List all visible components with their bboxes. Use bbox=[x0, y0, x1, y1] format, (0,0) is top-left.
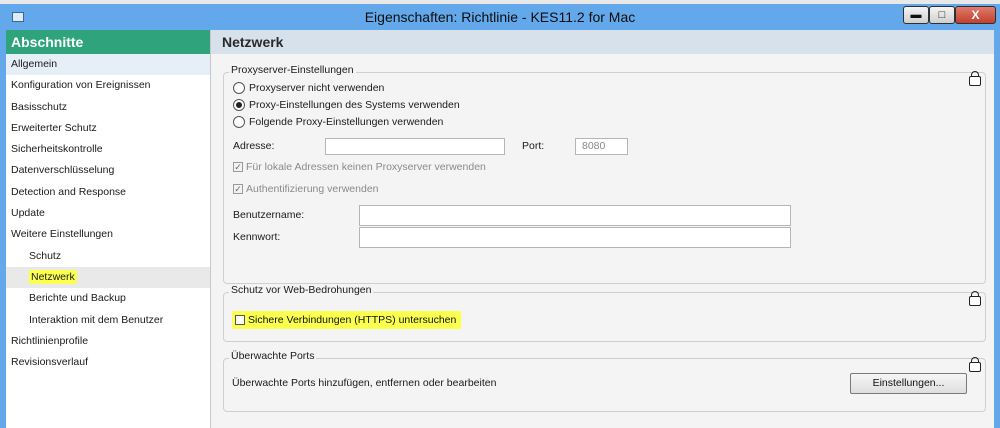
sidebar-item-erweiterter-schutz[interactable]: Erweiterter Schutz bbox=[6, 118, 210, 139]
https-scan-checkbox-row[interactable]: Sichere Verbindungen (HTTPS) untersuchen bbox=[232, 311, 462, 329]
checkbox-label: Authentifizierung verwenden bbox=[246, 183, 379, 195]
sidebar-item-label: Allgemein bbox=[11, 58, 58, 70]
checkbox-checked[interactable]: ✓ bbox=[233, 162, 243, 172]
sidebar-item-allgemein[interactable]: Allgemein bbox=[6, 54, 210, 76]
sidebar-item-label: Erweiterter Schutz bbox=[11, 121, 97, 134]
sidebar-item-label: Netzwerk bbox=[29, 269, 77, 284]
web-threats-title: Schutz vor Web-Bedrohungen bbox=[229, 284, 374, 296]
sidebar-item-label: Detection and Response bbox=[11, 185, 126, 198]
sidebar-item-sicherheitskontrolle[interactable]: Sicherheitskontrolle bbox=[6, 139, 210, 160]
window-client-area: Abschnitte Allgemein Konfiguration von E… bbox=[6, 30, 994, 428]
sidebar-item-label: Update bbox=[11, 207, 45, 220]
port-label: Port: bbox=[522, 140, 545, 152]
sidebar-item-datenverschluesselung[interactable]: Datenverschlüsselung bbox=[6, 160, 210, 181]
minimize-button[interactable]: ▬ bbox=[903, 6, 929, 24]
proxy-settings-group: Proxyserver-Einstellungen Proxyserver ni… bbox=[223, 64, 986, 284]
main-panel: Netzwerk Proxyserver-Einstellungen Proxy… bbox=[211, 30, 994, 428]
sidebar-item-label: Interaktion mit dem Benutzer bbox=[29, 313, 164, 326]
sidebar-item-label: Datenverschlüsselung bbox=[11, 164, 115, 177]
sidebar-item-detection-and-response[interactable]: Detection and Response bbox=[6, 182, 210, 203]
checkbox-checked[interactable]: ✓ bbox=[233, 184, 243, 194]
checkbox-label: Für lokale Adressen keinen Proxyserver v… bbox=[246, 161, 486, 173]
checkbox-label: Sichere Verbindungen (HTTPS) untersuchen bbox=[248, 314, 457, 326]
sidebar-item-label: Weitere Einstellungen bbox=[11, 228, 113, 241]
sidebar-item-richtlinienprofile[interactable]: Richtlinienprofile bbox=[6, 331, 210, 352]
title-bar[interactable]: Eigenschaften: Richtlinie - KES11.2 for … bbox=[0, 4, 1000, 30]
sidebar-item-weitere-einstellungen[interactable]: Weitere Einstellungen bbox=[6, 224, 210, 245]
sidebar-item-label: Richtlinienprofile bbox=[11, 334, 89, 347]
radio-button-selected[interactable] bbox=[233, 99, 245, 111]
sidebar-item-label: Konfiguration von Ereignissen bbox=[11, 79, 151, 92]
radio-label: Proxy-Einstellungen des Systems verwende… bbox=[249, 99, 460, 111]
radio-custom-proxy[interactable]: Folgende Proxy-Einstellungen verwenden bbox=[233, 116, 443, 128]
sidebar-header: Abschnitte bbox=[6, 30, 210, 54]
sidebar-item-label: Schutz bbox=[29, 249, 62, 262]
radio-system-proxy[interactable]: Proxy-Einstellungen des Systems verwende… bbox=[233, 99, 460, 111]
sidebar-item-label: Revisionsverlauf bbox=[11, 356, 89, 369]
sidebar-item-konfiguration-von-ereignissen[interactable]: Konfiguration von Ereignissen bbox=[6, 75, 210, 96]
sidebar-item-update[interactable]: Update bbox=[6, 203, 210, 224]
checkbox-unchecked[interactable] bbox=[235, 315, 245, 325]
radio-button[interactable] bbox=[233, 82, 245, 94]
page-title: Netzwerk bbox=[211, 30, 994, 54]
sidebar-item-label: Berichte und Backup bbox=[29, 292, 126, 305]
auth-checkbox-row[interactable]: ✓ Authentifizierung verwenden bbox=[233, 183, 379, 195]
sidebar-item-basisschutz[interactable]: Basisschutz bbox=[6, 97, 210, 118]
password-label: Kennwort: bbox=[233, 231, 281, 243]
radio-label: Proxyserver nicht verwenden bbox=[249, 82, 385, 94]
settings-button[interactable]: Einstellungen... bbox=[850, 373, 967, 394]
web-threats-group: Schutz vor Web-Bedrohungen Sichere Verbi… bbox=[223, 284, 986, 342]
proxy-settings-title: Proxyserver-Einstellungen bbox=[229, 64, 356, 76]
address-label: Adresse: bbox=[233, 140, 275, 152]
bypass-local-checkbox-row[interactable]: ✓ Für lokale Adressen keinen Proxyserver… bbox=[233, 161, 486, 173]
sections-sidebar: Abschnitte Allgemein Konfiguration von E… bbox=[6, 30, 211, 428]
password-field[interactable] bbox=[359, 227, 791, 248]
address-field[interactable] bbox=[325, 138, 505, 155]
properties-window: Eigenschaften: Richtlinie - KES11.2 for … bbox=[0, 4, 1000, 428]
monitored-ports-description: Überwachte Ports hinzufügen, entfernen o… bbox=[232, 377, 497, 389]
sidebar-item-berichte-und-backup[interactable]: Berichte und Backup bbox=[6, 288, 210, 309]
window-title: Eigenschaften: Richtlinie - KES11.2 for … bbox=[364, 9, 636, 25]
sidebar-item-label: Basisschutz bbox=[11, 100, 68, 113]
sidebar-item-schutz[interactable]: Schutz bbox=[6, 246, 210, 267]
lock-icon[interactable] bbox=[969, 357, 981, 372]
lock-icon[interactable] bbox=[969, 291, 981, 306]
monitored-ports-title: Überwachte Ports bbox=[229, 350, 317, 362]
username-label: Benutzername: bbox=[233, 209, 305, 221]
sidebar-item-label: Sicherheitskontrolle bbox=[11, 143, 103, 156]
username-field[interactable] bbox=[359, 205, 791, 226]
radio-no-proxy[interactable]: Proxyserver nicht verwenden bbox=[233, 82, 384, 94]
sidebar-item-revisionsverlauf[interactable]: Revisionsverlauf bbox=[6, 352, 210, 373]
port-field[interactable]: 8080 bbox=[575, 138, 628, 155]
lock-icon[interactable] bbox=[969, 71, 981, 86]
sidebar-item-interaktion-mit-dem-benutzer[interactable]: Interaktion mit dem Benutzer bbox=[6, 310, 210, 331]
radio-label: Folgende Proxy-Einstellungen verwenden bbox=[249, 116, 444, 128]
maximize-button[interactable]: □ bbox=[929, 6, 955, 24]
radio-button[interactable] bbox=[233, 116, 245, 128]
sidebar-item-netzwerk[interactable]: Netzwerk bbox=[6, 266, 210, 289]
monitored-ports-group: Überwachte Ports Überwachte Ports hinzuf… bbox=[223, 350, 986, 412]
close-button[interactable]: X bbox=[955, 6, 996, 24]
